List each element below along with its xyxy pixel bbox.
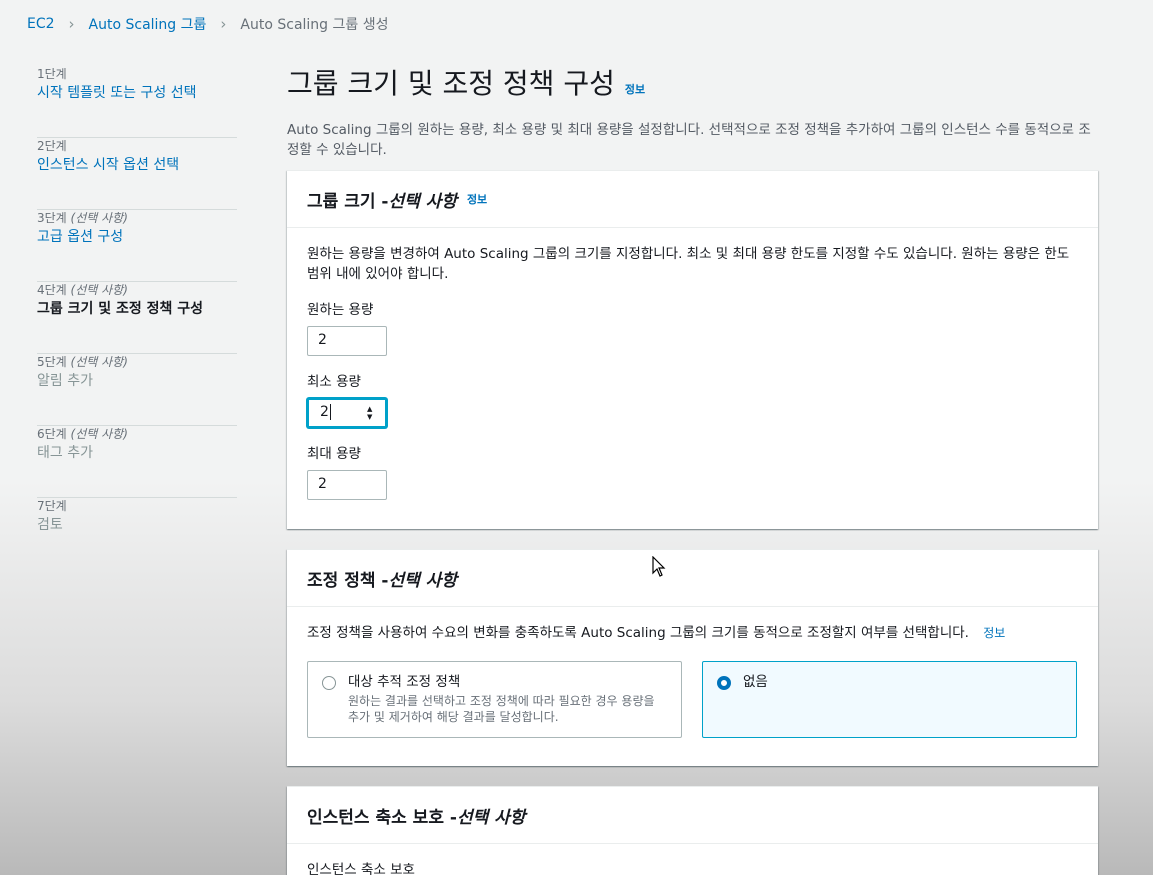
- step-number: 5단계 (선택 사항): [37, 355, 128, 369]
- page-title: 그룹 크기 및 조정 정책 구성 정보: [287, 62, 1098, 102]
- step-number: 3단계 (선택 사항): [37, 211, 128, 225]
- step-3-link[interactable]: 고급 옵션 구성: [37, 227, 237, 247]
- option-title: 없음: [743, 674, 768, 690]
- group-size-description: 원하는 용량을 변경하여 Auto Scaling 그룹의 크기를 지정합니다.…: [307, 246, 1070, 282]
- max-capacity-label: 최대 용량: [307, 446, 361, 462]
- radio-button[interactable]: [322, 676, 336, 690]
- option-title: 대상 추적 조정 정책: [348, 674, 461, 690]
- step-number: 4단계 (선택 사항): [37, 283, 128, 297]
- scaling-policy-description: 조정 정책을 사용하여 수요의 변화를 충족하도록 Auto Scaling 그…: [307, 625, 1006, 641]
- page-title-text: 그룹 크기 및 조정 정책 구성: [287, 67, 615, 100]
- min-capacity-input[interactable]: 2 ▲ ▼: [307, 398, 387, 428]
- chevron-right-icon: ›: [220, 15, 227, 33]
- min-capacity-label: 최소 용량: [307, 374, 361, 390]
- step-2: 2단계 인스턴스 시작 옵션 선택: [37, 138, 237, 210]
- option-target-tracking[interactable]: 대상 추적 조정 정책 원하는 결과를 선택하고 조정 정책에 따라 필요한 경…: [307, 661, 682, 738]
- step-2-link[interactable]: 인스턴스 시작 옵션 선택: [37, 155, 237, 175]
- step-6: 6단계 (선택 사항) 태그 추가: [37, 426, 237, 498]
- step-1-link[interactable]: 시작 템플릿 또는 구성 선택: [37, 83, 237, 103]
- main-content: 그룹 크기 및 조정 정책 구성 정보 Auto Scaling 그룹의 원하는…: [287, 62, 1098, 875]
- group-size-panel: 그룹 크기 - 선택 사항 정보 원하는 용량을 변경하여 Auto Scali…: [287, 170, 1098, 529]
- scaling-policy-panel: 조정 정책 - 선택 사항 조정 정책을 사용하여 수요의 변화를 충족하도록 …: [287, 549, 1098, 766]
- info-link[interactable]: 정보: [625, 81, 645, 97]
- desired-capacity-input[interactable]: 2: [307, 326, 387, 356]
- radio-button-selected[interactable]: [717, 676, 731, 690]
- breadcrumb-ec2[interactable]: EC2: [27, 16, 55, 32]
- panel-header: 그룹 크기 - 선택 사항 정보: [287, 171, 1098, 228]
- stepper-arrows-icon[interactable]: ▲ ▼: [367, 405, 377, 421]
- breadcrumb-auto-scaling-groups[interactable]: Auto Scaling 그룹: [89, 14, 207, 34]
- scaling-policy-options: 대상 추적 조정 정책 원하는 결과를 선택하고 조정 정책에 따라 필요한 경…: [307, 661, 1078, 738]
- info-link[interactable]: 정보: [983, 626, 1005, 640]
- step-number: 7단계: [37, 499, 67, 513]
- panel-header: 조정 정책 - 선택 사항: [287, 550, 1098, 607]
- step-number: 1단계: [37, 67, 67, 81]
- panel-body: 인스턴스 축소 보호: [287, 844, 1098, 875]
- step-7: 7단계 검토: [37, 498, 237, 570]
- step-4: 4단계 (선택 사항) 그룹 크기 및 조정 정책 구성: [37, 282, 237, 354]
- step-5-label: 알림 추가: [37, 373, 93, 389]
- mouse-cursor-icon: [652, 556, 666, 577]
- panel-body: 조정 정책을 사용하여 수요의 변화를 충족하도록 Auto Scaling 그…: [287, 607, 1098, 754]
- step-3: 3단계 (선택 사항) 고급 옵션 구성: [37, 210, 237, 282]
- scale-in-protection-panel: 인스턴스 축소 보호 - 선택 사항 인스턴스 축소 보호: [287, 786, 1098, 875]
- panel-header: 인스턴스 축소 보호 - 선택 사항: [287, 787, 1098, 844]
- chevron-right-icon: ›: [68, 15, 75, 33]
- info-link[interactable]: 정보: [467, 191, 487, 207]
- step-4-current: 그룹 크기 및 조정 정책 구성: [37, 301, 204, 317]
- wizard-steps: 1단계 시작 템플릿 또는 구성 선택 2단계 인스턴스 시작 옵션 선택 3단…: [37, 66, 237, 570]
- step-number: 2단계: [37, 139, 67, 153]
- option-description: 원하는 결과를 선택하고 조정 정책에 따라 필요한 경우 용량을 추가 및 제…: [348, 694, 655, 724]
- desired-capacity-label: 원하는 용량: [307, 302, 374, 318]
- step-7-label: 검토: [37, 517, 63, 533]
- max-capacity-input[interactable]: 2: [307, 470, 387, 500]
- option-none[interactable]: 없음: [702, 661, 1077, 738]
- step-1: 1단계 시작 템플릿 또는 구성 선택: [37, 66, 237, 138]
- scale-in-protection-label: 인스턴스 축소 보호: [307, 862, 415, 875]
- breadcrumb: EC2 › Auto Scaling 그룹 › Auto Scaling 그룹 …: [27, 14, 388, 34]
- step-number: 6단계 (선택 사항): [37, 427, 128, 441]
- page-description: Auto Scaling 그룹의 원하는 용량, 최소 용량 및 최대 용량을 …: [287, 122, 1091, 158]
- panel-body: 원하는 용량을 변경하여 Auto Scaling 그룹의 크기를 지정합니다.…: [287, 228, 1098, 516]
- breadcrumb-current: Auto Scaling 그룹 생성: [240, 17, 389, 33]
- step-6-label: 태그 추가: [37, 445, 93, 461]
- step-5: 5단계 (선택 사항) 알림 추가: [37, 354, 237, 426]
